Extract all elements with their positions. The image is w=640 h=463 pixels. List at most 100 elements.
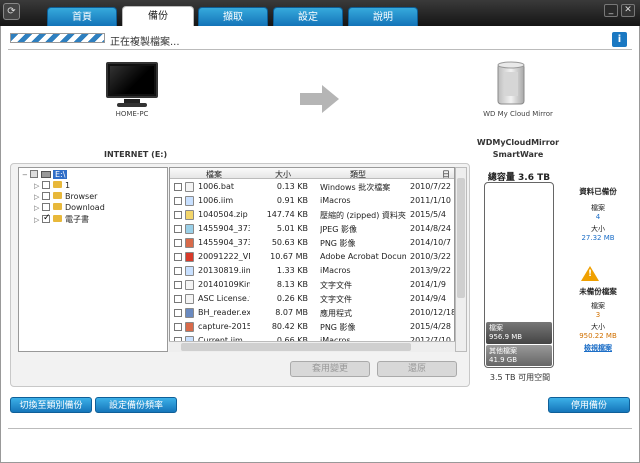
tab-backup[interactable]: 備份: [122, 6, 194, 27]
computer-monitor-icon: [106, 62, 158, 98]
folder-tree[interactable]: −E:\ ▷1 ▷Browser ▷Download ▷電子書: [18, 167, 168, 352]
drive-icon: [41, 171, 51, 178]
file-checkbox[interactable]: [174, 267, 182, 275]
not-backed-up-size-label: 大小: [591, 323, 605, 331]
file-size: 147.74 KB: [266, 210, 308, 219]
file-size: 50.63 KB: [271, 238, 308, 247]
tab-settings[interactable]: 設定: [273, 7, 343, 26]
scroll-thumb[interactable]: [457, 178, 465, 298]
file-date: 2014/1/9: [410, 280, 446, 289]
file-checkbox[interactable]: [174, 281, 182, 289]
source-drive-label: INTERNET (E:): [104, 150, 168, 159]
expand-icon[interactable]: ▷: [34, 182, 42, 190]
file-size: 80.42 KB: [271, 322, 308, 331]
restore-button[interactable]: 還原: [377, 361, 457, 377]
tree-item-label: 1: [65, 181, 71, 190]
file-row[interactable]: 20130819.iim 1.33 KB iMacros 2013/9/22: [170, 264, 454, 278]
column-header-name[interactable]: 檔案: [206, 169, 222, 180]
view-files-link[interactable]: 檢視檔案: [564, 343, 632, 353]
file-icon: [185, 266, 194, 276]
expand-icon[interactable]: ▷: [34, 193, 42, 201]
file-row[interactable]: ASC License.tx 0.26 KB 文字文件 2014/9/4: [170, 292, 454, 306]
file-row[interactable]: 1455904_373469 50.63 KB PNG 影像 2014/10/7: [170, 236, 454, 250]
folder-icon: [53, 181, 62, 188]
file-type: 文字文件: [320, 295, 352, 304]
divider: [8, 49, 632, 50]
file-row[interactable]: 1006.bat 0.13 KB Windows 批次檔案 2010/7/22: [170, 180, 454, 194]
file-icon: [185, 196, 194, 206]
file-row[interactable]: 1006.iim 0.91 KB iMacros 2011/1/10: [170, 194, 454, 208]
not-backed-up-summary: 未備份檔案 檔案 3 大小 950.22 MB 檢視檔案: [564, 286, 632, 353]
file-name: BH_reader.exe: [198, 308, 250, 317]
folder-icon: [53, 203, 62, 210]
tab-retrieve[interactable]: 擷取: [198, 7, 268, 26]
column-header-date[interactable]: 日: [442, 169, 450, 180]
file-row[interactable]: BH_reader.exe 8.07 MB 應用程式 2010/12/18: [170, 306, 454, 320]
file-date: 2014/8/24: [410, 224, 452, 233]
file-checkbox[interactable]: [174, 295, 182, 303]
file-icon: [185, 252, 194, 262]
tree-item-label: E:\: [53, 170, 68, 179]
app-logo-icon: ⟳: [3, 3, 20, 20]
vertical-scrollbar[interactable]: [455, 167, 467, 352]
horizontal-scrollbar[interactable]: [169, 341, 455, 352]
tree-item-label: Download: [65, 203, 105, 212]
file-row[interactable]: 1040504.zip 147.74 KB 壓縮的 (zipped) 資料夾 2015…: [170, 208, 454, 222]
tree-checkbox[interactable]: [42, 180, 50, 189]
set-backup-frequency-button[interactable]: 設定備份頻率: [95, 397, 177, 413]
file-size: 8.13 KB: [276, 280, 308, 289]
tree-item-folder[interactable]: ▷ Browser: [34, 191, 97, 203]
expand-icon[interactable]: ▷: [34, 204, 42, 212]
warning-mark: !: [587, 269, 593, 279]
file-checkbox[interactable]: [174, 183, 182, 191]
minimize-button[interactable]: _: [604, 4, 618, 17]
not-backed-up-size-value: 950.22 MB: [579, 332, 617, 340]
file-checkbox[interactable]: [174, 211, 182, 219]
tab-help[interactable]: 說明: [348, 7, 418, 26]
collapse-icon[interactable]: −: [22, 171, 30, 179]
destination-name: WDMyCloudMirror: [476, 138, 560, 147]
expand-icon[interactable]: ▷: [34, 216, 42, 224]
backed-up-files-label: 檔案: [591, 204, 605, 212]
tree-item-root[interactable]: − E:\: [22, 169, 68, 181]
file-size: 0.26 KB: [276, 294, 308, 303]
file-row[interactable]: 1455904_373469 5.01 KB JPEG 影像 2014/8/24: [170, 222, 454, 236]
column-header-size[interactable]: 大小: [275, 169, 291, 180]
file-row[interactable]: 20140109Kingst 8.13 KB 文字文件 2014/1/9: [170, 278, 454, 292]
not-backed-up-files-count: 3: [595, 311, 601, 319]
tree-checkbox[interactable]: [30, 169, 38, 178]
info-icon[interactable]: i: [612, 32, 627, 47]
other-files-usage-bar: 其他檔案 41.9 GB: [486, 345, 552, 366]
file-date: 2010/7/22: [410, 182, 452, 191]
column-header-type[interactable]: 類型: [350, 169, 366, 180]
not-backed-up-files-label: 檔案: [591, 302, 605, 310]
file-name: 20130819.iim: [198, 266, 250, 275]
file-size: 5.01 KB: [276, 224, 308, 233]
tree-item-folder[interactable]: ▷ 電子書: [34, 213, 89, 225]
file-row[interactable]: 20091222_VMwar 10.67 MB Adobe Acrobat Docu…: [170, 250, 454, 264]
close-button[interactable]: ✕: [621, 4, 635, 17]
file-row[interactable]: capture-201504 80.42 KB PNG 影像 2015/4/28: [170, 320, 454, 334]
file-icon: [185, 238, 194, 248]
file-type: Windows 批次檔案: [320, 183, 391, 192]
tree-checkbox[interactable]: [42, 191, 50, 200]
tree-item-folder[interactable]: ▷ 1: [34, 180, 71, 192]
file-checkbox[interactable]: [174, 225, 182, 233]
tree-checkbox[interactable]: [42, 213, 51, 223]
file-list[interactable]: 檔案 大小 類型 日 1006.bat 0.13 KB Windows 批次檔案 20…: [169, 167, 455, 352]
file-checkbox[interactable]: [174, 197, 182, 205]
arrow-right-icon: [300, 85, 339, 113]
tree-checkbox[interactable]: [42, 202, 50, 211]
files-usage-bar: 檔案 956.9 MB: [486, 322, 552, 344]
backed-up-size-label: 大小: [591, 225, 605, 233]
switch-category-backup-button[interactable]: 切換至類別備份: [10, 397, 92, 413]
apply-changes-button[interactable]: 套用變更: [290, 361, 370, 377]
file-checkbox[interactable]: [174, 239, 182, 247]
scroll-thumb[interactable]: [181, 343, 411, 351]
stop-backup-button[interactable]: 停用備份: [548, 397, 630, 413]
file-checkbox[interactable]: [174, 323, 182, 331]
file-checkbox[interactable]: [174, 253, 182, 261]
tab-home[interactable]: 首頁: [47, 7, 117, 26]
file-checkbox[interactable]: [174, 309, 182, 317]
tree-item-label: 電子書: [65, 215, 89, 224]
